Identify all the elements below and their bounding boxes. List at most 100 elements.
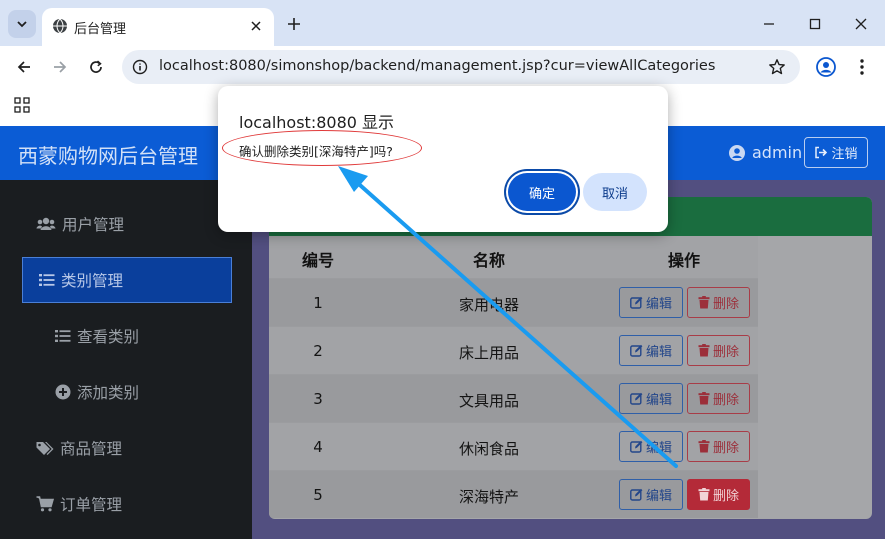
edit-button[interactable]: 编辑 xyxy=(619,479,683,510)
edit-icon xyxy=(630,392,643,405)
arrow-left-icon xyxy=(17,61,30,73)
more-vertical-icon xyxy=(860,59,864,75)
edit-label: 编辑 xyxy=(645,345,672,360)
browser-tab[interactable]: 后台管理 xyxy=(42,8,274,46)
back-button[interactable] xyxy=(11,54,37,80)
sidebar-item-products[interactable]: 商品管理 xyxy=(36,437,122,459)
brand-title[interactable]: 西蒙购物网后台管理 xyxy=(18,140,198,169)
address-bar[interactable]: localhost:8080/simonshop/backend/managem… xyxy=(122,50,800,84)
cell-name: 家用电器 xyxy=(458,296,520,314)
sidebar-item-add-category[interactable]: 添加类别 xyxy=(55,381,139,403)
trash-icon xyxy=(698,440,710,453)
tags-icon xyxy=(36,441,54,455)
edit-label: 编辑 xyxy=(645,441,672,456)
tab-search-button[interactable] xyxy=(8,10,36,38)
cell-id: 3 xyxy=(313,390,323,408)
sidebar-item-view-categories[interactable]: 查看类别 xyxy=(55,325,139,347)
delete-button-active[interactable]: 删除 xyxy=(687,479,750,510)
annotation-ellipse xyxy=(222,130,422,166)
confirm-dialog: localhost:8080 显示 确认删除类别[深海特产]吗? 确定 取消 xyxy=(218,86,668,232)
edit-icon xyxy=(630,344,643,357)
chevron-down-icon xyxy=(17,21,27,28)
maximize-button[interactable] xyxy=(803,12,827,36)
delete-label: 删除 xyxy=(712,489,739,504)
trash-icon xyxy=(698,344,710,357)
delete-label: 删除 xyxy=(712,393,739,408)
logout-button[interactable]: 注销 xyxy=(804,137,868,168)
user-circle-icon xyxy=(729,144,745,161)
delete-button[interactable]: 删除 xyxy=(687,431,750,462)
cell-name: 文具用品 xyxy=(458,392,520,410)
sign-out-icon xyxy=(815,146,828,159)
sidebar: 用户管理 类别管理 查看类别 添加类别 商品管理 订单管理 xyxy=(0,180,252,539)
list-icon xyxy=(55,330,71,342)
edit-button[interactable]: 编辑 xyxy=(619,287,683,318)
list-icon xyxy=(39,274,55,286)
edit-icon xyxy=(630,488,643,501)
browser-toolbar: localhost:8080/simonshop/backend/managem… xyxy=(0,46,885,88)
cell-id: 1 xyxy=(313,294,323,312)
close-icon xyxy=(855,18,867,30)
edit-button[interactable]: 编辑 xyxy=(619,383,683,414)
sidebar-item-label: 订单管理 xyxy=(60,496,123,514)
delete-button[interactable]: 删除 xyxy=(687,335,750,366)
new-tab-button[interactable] xyxy=(282,12,306,36)
column-header-id: 编号 xyxy=(301,251,335,270)
edit-button[interactable]: 编辑 xyxy=(619,335,683,366)
cell-id: 5 xyxy=(313,486,323,504)
minimize-button[interactable] xyxy=(757,12,781,36)
delete-button[interactable]: 删除 xyxy=(687,383,750,414)
forward-button[interactable] xyxy=(47,54,73,80)
bookmark-star-icon[interactable] xyxy=(768,58,786,76)
column-header-name: 名称 xyxy=(472,251,506,270)
edit-icon xyxy=(630,296,643,309)
cell-name: 休闲食品 xyxy=(458,440,520,458)
user-info: admin xyxy=(728,143,802,162)
edit-label: 编辑 xyxy=(645,297,672,312)
sidebar-item-label: 商品管理 xyxy=(60,440,123,458)
maximize-icon xyxy=(809,18,821,30)
users-icon xyxy=(36,217,56,230)
sidebar-item-label: 用户管理 xyxy=(62,216,125,234)
delete-label: 删除 xyxy=(712,345,739,360)
window-close-button[interactable] xyxy=(849,12,873,36)
cell-id: 4 xyxy=(313,438,323,456)
site-info-icon[interactable] xyxy=(132,59,148,75)
trash-icon xyxy=(698,392,710,405)
column-header-actions: 操作 xyxy=(667,251,701,270)
table-row: 2 床上用品 编辑 删除 xyxy=(269,326,758,374)
table-row: 5 深海特产 编辑 删除 xyxy=(269,470,758,518)
sidebar-item-categories[interactable]: 类别管理 xyxy=(22,257,232,303)
edit-icon xyxy=(630,440,643,453)
main-area: 编号 名称 操作 1 家用电器 编辑 删除 2 床上用品 编辑 删除 3 文具用… xyxy=(252,180,885,539)
close-icon xyxy=(251,21,261,31)
plus-icon xyxy=(288,18,300,30)
delete-button[interactable]: 删除 xyxy=(687,287,750,318)
tab-close-button[interactable] xyxy=(246,16,266,36)
delete-label: 删除 xyxy=(712,441,739,456)
minimize-icon xyxy=(764,23,774,25)
delete-label: 删除 xyxy=(712,297,739,312)
table-row: 3 文具用品 编辑 删除 xyxy=(269,374,758,422)
browser-menu-button[interactable] xyxy=(852,56,872,78)
dialog-cancel-button[interactable]: 取消 xyxy=(583,173,647,211)
apps-grid-icon[interactable] xyxy=(14,97,30,113)
profile-icon[interactable] xyxy=(815,56,837,78)
username: admin xyxy=(752,143,803,162)
table-header: 编号 名称 操作 xyxy=(269,236,758,278)
categories-card: 编号 名称 操作 1 家用电器 编辑 删除 2 床上用品 编辑 删除 3 文具用… xyxy=(269,197,872,519)
cell-name: 床上用品 xyxy=(458,344,520,362)
sidebar-item-users[interactable]: 用户管理 xyxy=(36,213,124,235)
table-row: 4 休闲食品 编辑 删除 xyxy=(269,422,758,470)
dialog-ok-button[interactable]: 确定 xyxy=(508,173,576,211)
sidebar-item-label: 查看类别 xyxy=(77,328,140,346)
tab-title: 后台管理 xyxy=(74,22,127,37)
url-text[interactable]: localhost:8080/simonshop/backend/managem… xyxy=(159,58,715,74)
browser-tabstrip: 后台管理 xyxy=(0,0,885,46)
edit-label: 编辑 xyxy=(645,489,672,504)
reload-button[interactable] xyxy=(83,54,109,80)
edit-button[interactable]: 编辑 xyxy=(619,431,683,462)
trash-icon xyxy=(698,488,710,501)
sidebar-item-orders[interactable]: 订单管理 xyxy=(36,493,122,515)
logout-label: 注销 xyxy=(831,147,858,162)
